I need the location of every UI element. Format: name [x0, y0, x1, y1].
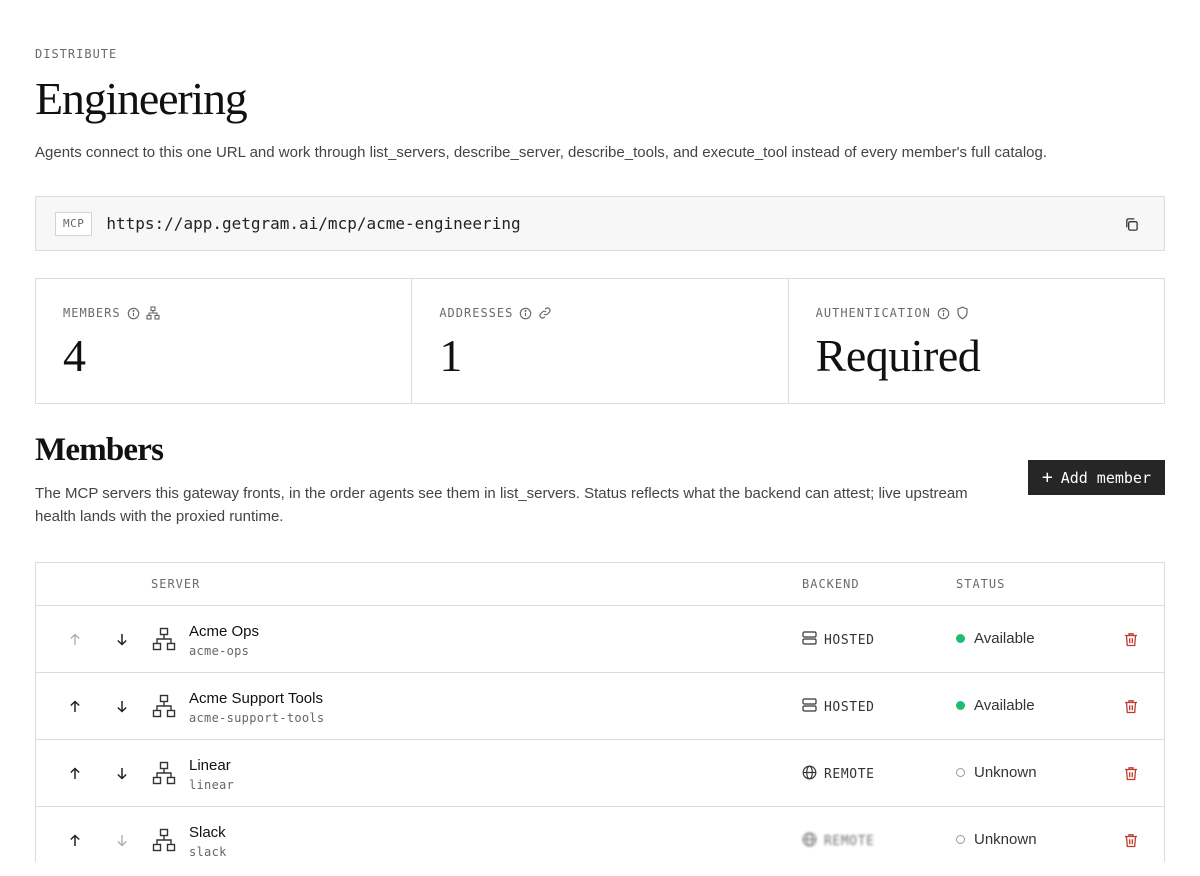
- move-down-icon[interactable]: [113, 630, 131, 648]
- table-header: SERVER BACKEND STATUS: [36, 563, 1164, 606]
- info-icon[interactable]: [519, 307, 532, 320]
- trash-icon[interactable]: [1122, 697, 1140, 715]
- endpoint-url[interactable]: https://app.getgram.ai/mcp/acme-engineer…: [106, 214, 520, 233]
- backend-cell: HOSTED: [802, 631, 875, 649]
- backend-cell: REMOTE: [802, 765, 875, 784]
- server-name: Slack: [189, 824, 226, 841]
- status-cell: Unknown: [956, 831, 1037, 848]
- server-network-icon: [152, 627, 176, 656]
- server-name: Linear: [189, 757, 231, 774]
- info-icon[interactable]: [127, 307, 140, 320]
- backend-label: REMOTE: [824, 767, 875, 782]
- page-title: Engineering: [35, 73, 248, 124]
- copy-icon[interactable]: [1122, 215, 1140, 233]
- stats-panel: MEMBERS 4 ADDRESSES 1 AUTHENTICATION Req…: [35, 278, 1165, 404]
- server-slug: acme-support-tools: [189, 711, 325, 725]
- trash-icon[interactable]: [1122, 630, 1140, 648]
- status-label: Unknown: [974, 831, 1037, 848]
- backend-label: REMOTE: [824, 834, 875, 849]
- move-up-icon[interactable]: [66, 630, 84, 648]
- backend-cell: HOSTED: [802, 698, 875, 716]
- column-server: SERVER: [151, 577, 201, 591]
- move-up-icon[interactable]: [66, 764, 84, 782]
- backend-label: HOSTED: [824, 632, 875, 648]
- stat-label: ADDRESSES: [439, 306, 514, 320]
- table-row: Linear linear REMOTE Unknown: [36, 740, 1164, 807]
- status-cell: Unknown: [956, 764, 1037, 781]
- status-label: Unknown: [974, 764, 1037, 781]
- server-name: Acme Support Tools: [189, 690, 323, 707]
- section-eyebrow: DISTRIBUTE: [35, 47, 118, 61]
- table-row: Acme Ops acme-ops HOSTED Available: [36, 606, 1164, 673]
- globe-icon: [802, 765, 817, 784]
- stat-addresses: ADDRESSES 1: [412, 279, 789, 403]
- members-table: SERVER BACKEND STATUS Acme Ops acme-ops …: [35, 562, 1165, 862]
- status-label: Available: [974, 697, 1035, 714]
- authentication-value: Required: [815, 330, 981, 381]
- stat-members: MEMBERS 4: [36, 279, 413, 403]
- server-network-icon: [152, 828, 176, 857]
- stat-label: MEMBERS: [63, 306, 121, 320]
- trash-icon[interactable]: [1122, 764, 1140, 782]
- status-dot: [956, 768, 965, 777]
- status-dot: [956, 835, 965, 844]
- backend-label: HOSTED: [824, 699, 875, 715]
- members-description: The MCP servers this gateway fronts, in …: [35, 485, 968, 525]
- link-icon: [538, 306, 552, 320]
- stat-label: AUTHENTICATION: [815, 306, 931, 320]
- stat-authentication: AUTHENTICATION Required: [789, 279, 1164, 403]
- column-backend: BACKEND: [802, 577, 860, 591]
- status-cell: Available: [956, 630, 1035, 647]
- addresses-count: 1: [439, 330, 462, 381]
- add-member-label: Add member: [1060, 468, 1151, 487]
- server-network-icon: [152, 694, 176, 723]
- table-row: Acme Support Tools acme-support-tools HO…: [36, 673, 1164, 740]
- endpoint-url-box: MCP https://app.getgram.ai/mcp/acme-engi…: [35, 196, 1165, 251]
- mcp-badge: MCP: [55, 211, 93, 236]
- move-up-icon[interactable]: [66, 697, 84, 715]
- network-icon: [146, 306, 160, 320]
- status-cell: Available: [956, 697, 1035, 714]
- server-stack-icon: [802, 631, 817, 649]
- move-down-icon[interactable]: [113, 831, 131, 849]
- trash-icon[interactable]: [1122, 831, 1140, 849]
- server-slug: slack: [189, 845, 227, 859]
- server-network-icon: [152, 761, 176, 790]
- server-name: Acme Ops: [189, 623, 260, 640]
- table-row: Slack slack REMOTE Unknown: [36, 807, 1164, 862]
- column-status: STATUS: [956, 577, 1006, 591]
- status-dot: [956, 634, 965, 643]
- backend-cell: REMOTE: [802, 832, 875, 851]
- server-slug: acme-ops: [189, 644, 250, 658]
- status-dot: [956, 701, 965, 710]
- page-description: Agents connect to this one URL and work …: [35, 144, 1048, 161]
- move-down-icon[interactable]: [113, 764, 131, 782]
- shield-icon: [956, 306, 969, 320]
- server-slug: linear: [189, 778, 235, 792]
- move-down-icon[interactable]: [113, 697, 131, 715]
- info-icon[interactable]: [937, 307, 950, 320]
- globe-icon: [802, 832, 817, 851]
- server-stack-icon: [802, 698, 817, 716]
- plus-icon: +: [1041, 466, 1053, 488]
- members-count: 4: [63, 330, 86, 381]
- move-up-icon[interactable]: [66, 831, 84, 849]
- add-member-button[interactable]: + Add member: [1027, 460, 1165, 495]
- status-label: Available: [974, 630, 1035, 647]
- members-title: Members: [35, 432, 164, 468]
